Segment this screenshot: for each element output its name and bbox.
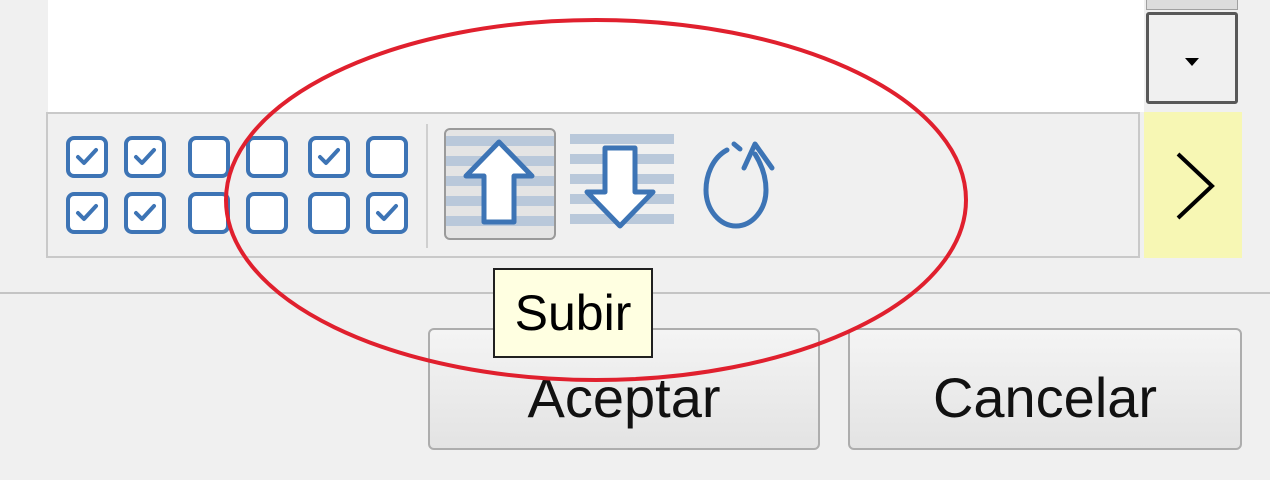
checkbox-checked-icon[interactable]	[66, 136, 110, 182]
arrow-down-icon	[570, 134, 674, 229]
checkbox-unchecked-icon[interactable]	[308, 192, 352, 238]
move-down-button[interactable]	[570, 128, 674, 240]
arrow-up-icon	[446, 136, 554, 226]
reset-icon	[703, 141, 775, 229]
toolbar-separator	[426, 124, 428, 248]
scroll-thumb[interactable]	[1146, 0, 1238, 10]
tooltip: Subir	[493, 268, 653, 358]
checkbox-unchecked-icon[interactable]	[246, 192, 290, 238]
checkbox-checked-icon[interactable]	[366, 192, 410, 238]
scroll-down-button[interactable]	[1146, 12, 1238, 104]
vertical-scrollbar[interactable]	[1144, 0, 1240, 112]
checkbox-unchecked-icon[interactable]	[188, 192, 232, 238]
checkbox-checked-icon[interactable]	[308, 136, 352, 182]
checkbox-unchecked-icon[interactable]	[188, 136, 232, 182]
checkbox-checked-icon[interactable]	[124, 192, 168, 238]
reset-button[interactable]	[692, 128, 788, 240]
list-area[interactable]	[48, 0, 1144, 112]
checkbox-unchecked-icon[interactable]	[246, 136, 290, 182]
move-up-button[interactable]	[444, 128, 556, 240]
next-button[interactable]	[1144, 112, 1242, 258]
checkbox-unchecked-icon[interactable]	[366, 136, 410, 182]
checkbox-checked-icon[interactable]	[124, 136, 168, 182]
checkbox-checked-icon[interactable]	[66, 192, 110, 238]
caret-down-icon	[1185, 58, 1199, 66]
cancel-button[interactable]: Cancelar	[848, 328, 1242, 450]
chevron-right-icon	[1176, 152, 1215, 220]
